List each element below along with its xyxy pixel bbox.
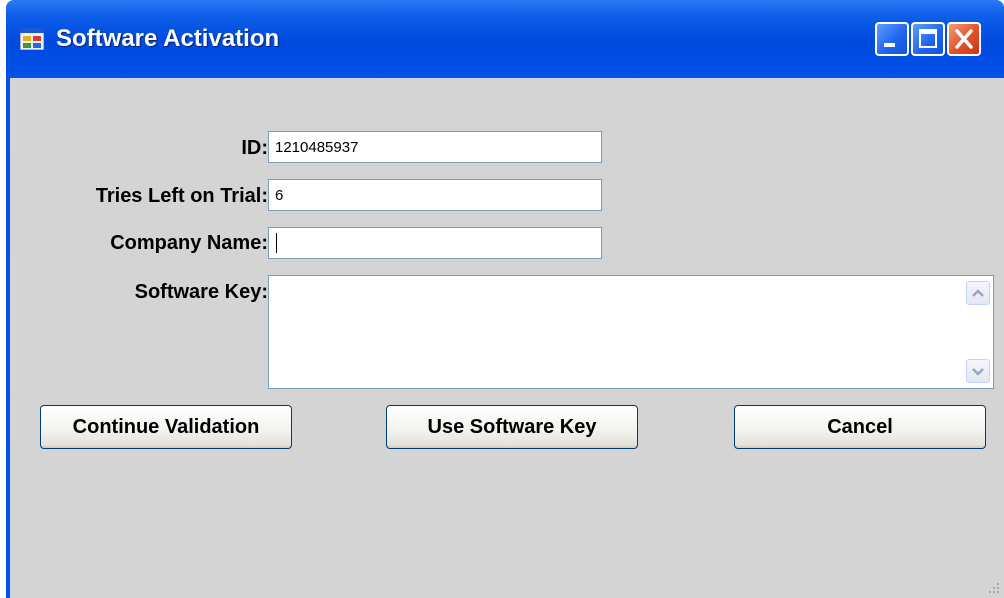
resize-grip-icon[interactable] xyxy=(986,580,1000,594)
software-key-label-text: Software Key: xyxy=(134,281,268,303)
maximize-icon xyxy=(919,29,937,48)
minimize-icon xyxy=(884,43,895,47)
window-title: Software Activation xyxy=(56,25,280,52)
chevron-up-icon xyxy=(972,289,984,297)
minimize-button[interactable] xyxy=(875,22,909,56)
close-button[interactable] xyxy=(947,22,981,56)
cancel-button[interactable]: Cancel xyxy=(734,405,986,449)
company-name-label: Company Name: xyxy=(110,232,268,254)
use-software-key-button[interactable]: Use Software Key xyxy=(386,405,638,449)
tries-left-field[interactable] xyxy=(268,179,602,211)
chevron-down-icon xyxy=(972,368,984,376)
id-field[interactable] xyxy=(268,131,602,163)
software-key-label: Software Key: xyxy=(135,281,268,304)
software-key-field[interactable] xyxy=(268,275,994,389)
title-bar[interactable]: Software Activation xyxy=(6,0,1004,78)
text-caret xyxy=(276,233,277,253)
app-icon xyxy=(20,28,44,50)
company-name-field[interactable] xyxy=(268,227,602,259)
dialog-body: ID: Tries Left on Trial: Company Name: S… xyxy=(10,78,1004,598)
tries-left-label: Tries Left on Trial: xyxy=(95,185,268,207)
close-icon xyxy=(955,29,973,49)
id-label: ID: xyxy=(241,137,268,159)
maximize-button[interactable] xyxy=(911,22,945,56)
key-scrollbar[interactable] xyxy=(966,278,990,386)
continue-validation-button[interactable]: Continue Validation xyxy=(40,405,292,449)
scroll-down-button[interactable] xyxy=(966,359,990,383)
activation-window: Software Activation ID: Tries Left on Tr… xyxy=(6,0,1004,598)
scroll-up-button[interactable] xyxy=(966,281,990,305)
